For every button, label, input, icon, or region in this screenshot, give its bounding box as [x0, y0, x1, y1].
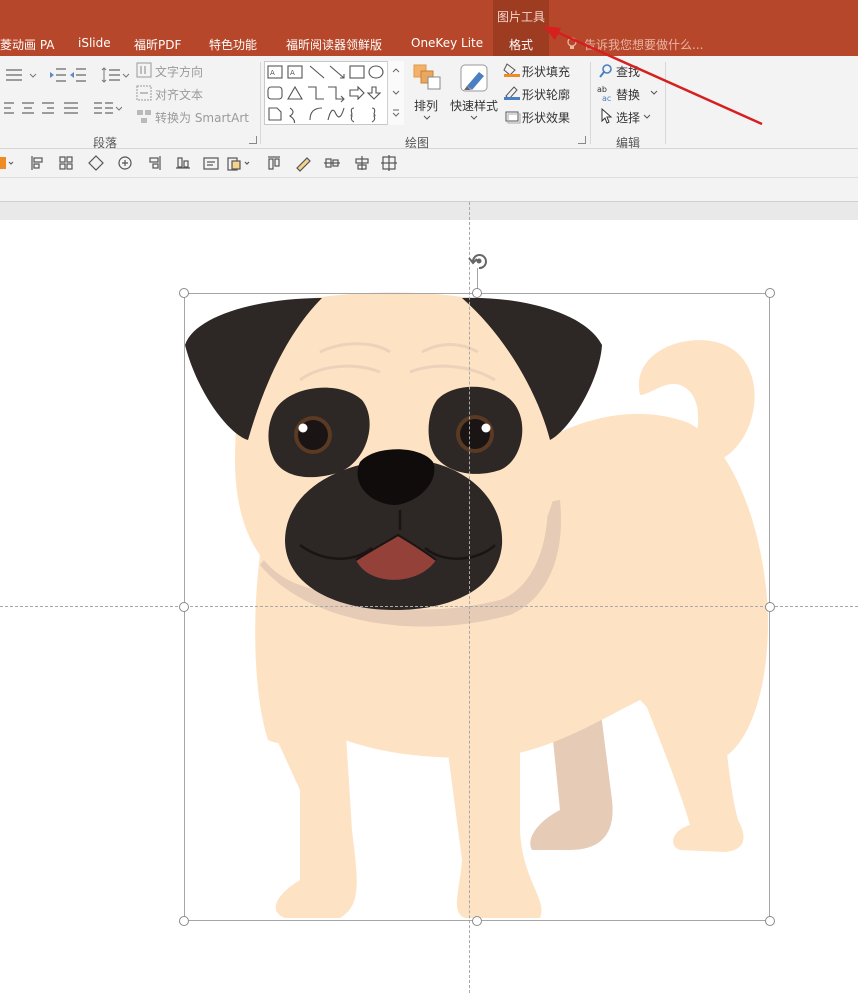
rotate-handle-icon[interactable] [468, 250, 490, 272]
resize-handle-top-left[interactable] [179, 288, 189, 298]
resize-handle-right[interactable] [765, 602, 775, 612]
resize-handle-bottom[interactable] [472, 916, 482, 926]
resize-handle-left[interactable] [179, 602, 189, 612]
resize-handle-top-right[interactable] [765, 288, 775, 298]
resize-handle-top[interactable] [472, 288, 482, 298]
resize-handle-bottom-left[interactable] [179, 916, 189, 926]
resize-handle-bottom-right[interactable] [765, 916, 775, 926]
picture-selection-frame[interactable] [184, 293, 770, 921]
